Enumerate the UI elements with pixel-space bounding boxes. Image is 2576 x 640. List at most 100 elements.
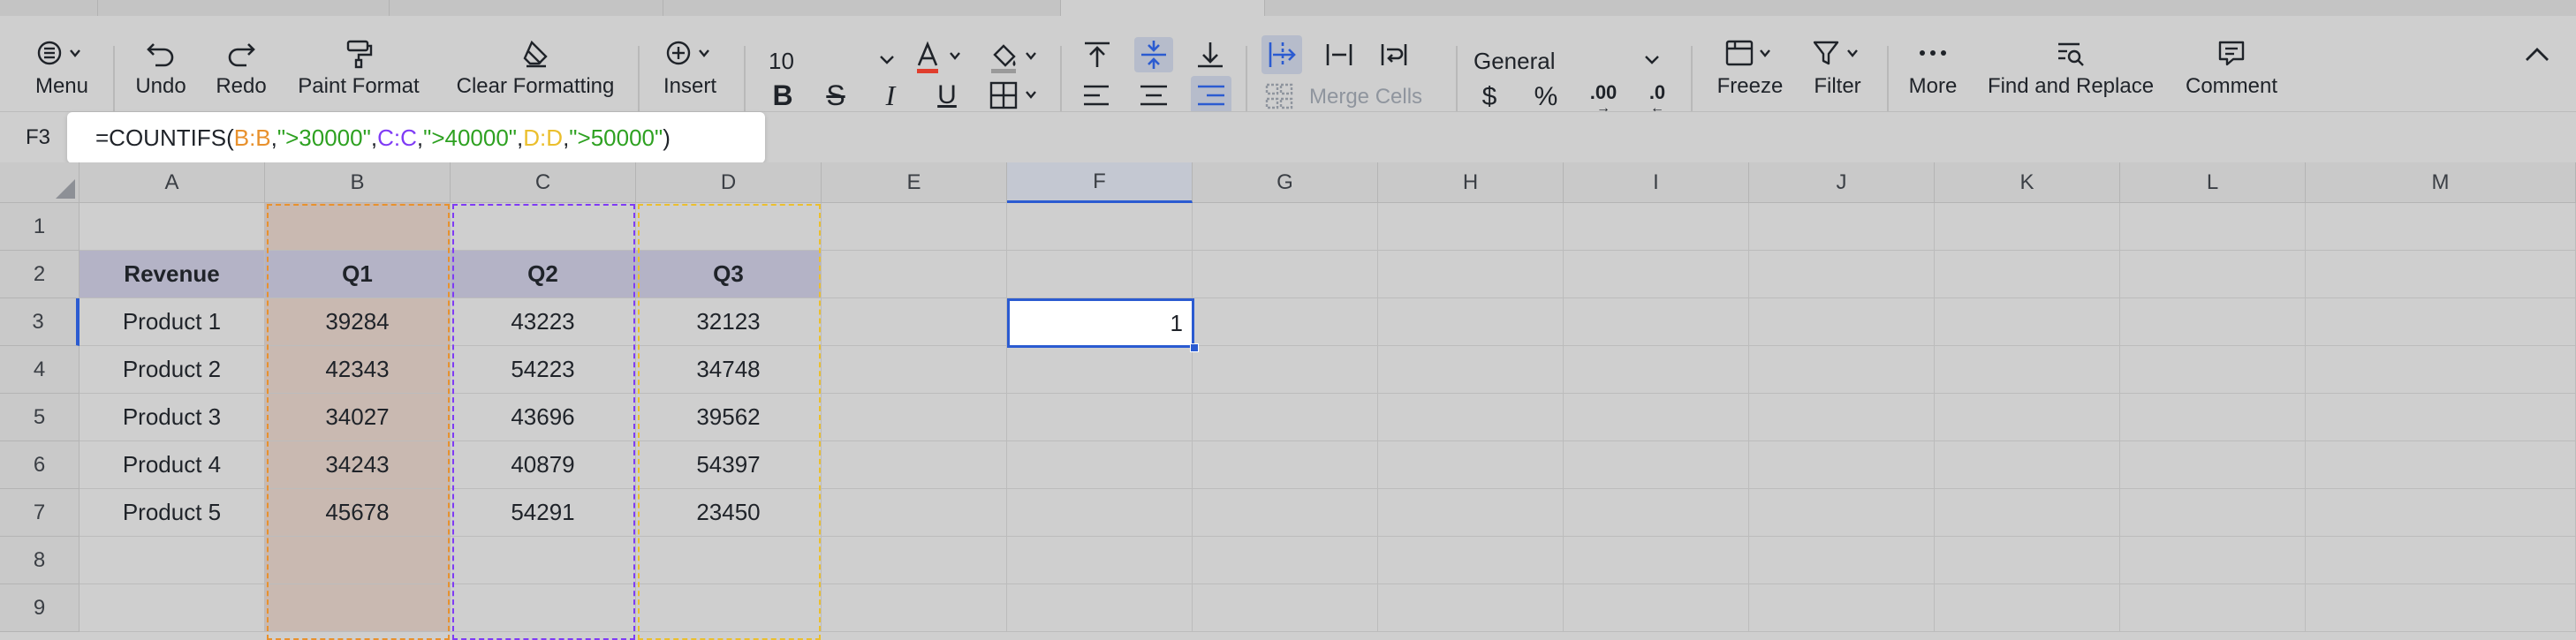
cell-b8[interactable]: [265, 537, 451, 584]
cell-a1[interactable]: [80, 203, 265, 251]
cell-h9[interactable]: [1378, 584, 1564, 632]
collapse-toolbar-button[interactable]: [2518, 37, 2557, 72]
cell-b3[interactable]: 39284: [265, 298, 451, 346]
cell-d8[interactable]: [636, 537, 822, 584]
cell-m8[interactable]: [2306, 537, 2576, 584]
cell-f2[interactable]: [1007, 251, 1193, 298]
cell-b9[interactable]: [265, 584, 451, 632]
menu-button[interactable]: Menu: [18, 34, 106, 99]
cell-c4[interactable]: 54223: [451, 346, 636, 394]
cell-h7[interactable]: [1378, 489, 1564, 537]
cell-b7[interactable]: 45678: [265, 489, 451, 537]
cell-i5[interactable]: [1564, 394, 1749, 441]
column-header-a[interactable]: A: [80, 162, 265, 203]
cell-e6[interactable]: [822, 441, 1007, 489]
cell-g3[interactable]: [1193, 298, 1378, 346]
cell-b2[interactable]: Q1: [265, 251, 451, 298]
cell-m3[interactable]: [2306, 298, 2576, 346]
align-right-button[interactable]: [1191, 76, 1231, 115]
cell-i8[interactable]: [1564, 537, 1749, 584]
cell-l4[interactable]: [2120, 346, 2306, 394]
cell-a4[interactable]: Product 2: [80, 346, 265, 394]
cell-g7[interactable]: [1193, 489, 1378, 537]
cell-g2[interactable]: [1193, 251, 1378, 298]
cell-c2[interactable]: Q2: [451, 251, 636, 298]
fill-handle[interactable]: [1190, 343, 1199, 352]
cell-l6[interactable]: [2120, 441, 2306, 489]
cell-b4[interactable]: 42343: [265, 346, 451, 394]
row-header-3[interactable]: 3: [0, 298, 80, 346]
cell-h6[interactable]: [1378, 441, 1564, 489]
cell-k3[interactable]: [1935, 298, 2120, 346]
cell-m2[interactable]: [2306, 251, 2576, 298]
align-left-button[interactable]: [1080, 78, 1115, 113]
cell-a9[interactable]: [80, 584, 265, 632]
cell-e2[interactable]: [822, 251, 1007, 298]
cell-e3[interactable]: [822, 298, 1007, 346]
cell-g1[interactable]: [1193, 203, 1378, 251]
cell-c9[interactable]: [451, 584, 636, 632]
column-header-f[interactable]: F: [1007, 162, 1193, 203]
cell-i7[interactable]: [1564, 489, 1749, 537]
cell-g5[interactable]: [1193, 394, 1378, 441]
row-header-6[interactable]: 6: [0, 441, 80, 489]
more-button[interactable]: More: [1899, 34, 1966, 99]
cell-l3[interactable]: [2120, 298, 2306, 346]
cell-m5[interactable]: [2306, 394, 2576, 441]
select-all-corner[interactable]: [0, 162, 80, 203]
cell-m6[interactable]: [2306, 441, 2576, 489]
italic-button[interactable]: I: [873, 76, 908, 115]
cell-j5[interactable]: [1749, 394, 1935, 441]
cell-f4[interactable]: [1007, 346, 1193, 394]
filter-button[interactable]: Filter: [1802, 34, 1873, 99]
cell-a5[interactable]: Product 3: [80, 394, 265, 441]
cell-i1[interactable]: [1564, 203, 1749, 251]
cell-h8[interactable]: [1378, 537, 1564, 584]
cell-reference[interactable]: F3: [0, 112, 76, 163]
cell-c6[interactable]: 40879: [451, 441, 636, 489]
font-size-select[interactable]: 10: [769, 44, 901, 78]
cell-f8[interactable]: [1007, 537, 1193, 584]
cell-d2[interactable]: Q3: [636, 251, 822, 298]
cell-c5[interactable]: 43696: [451, 394, 636, 441]
cell-b1[interactable]: [265, 203, 451, 251]
underline-button[interactable]: U: [929, 76, 965, 115]
bold-button[interactable]: B: [765, 76, 800, 115]
column-header-k[interactable]: K: [1935, 162, 2120, 203]
freeze-button[interactable]: Freeze: [1710, 34, 1790, 99]
cell-h1[interactable]: [1378, 203, 1564, 251]
row-header-4[interactable]: 4: [0, 346, 80, 394]
cell-l9[interactable]: [2120, 584, 2306, 632]
cell-b5[interactable]: 34027: [265, 394, 451, 441]
cell-c3[interactable]: 43223: [451, 298, 636, 346]
text-overflow-button[interactable]: [1261, 35, 1302, 74]
cell-i3[interactable]: [1564, 298, 1749, 346]
cell-h5[interactable]: [1378, 394, 1564, 441]
cell-l1[interactable]: [2120, 203, 2306, 251]
cell-j7[interactable]: [1749, 489, 1935, 537]
cell-k4[interactable]: [1935, 346, 2120, 394]
cell-k9[interactable]: [1935, 584, 2120, 632]
cell-c7[interactable]: 54291: [451, 489, 636, 537]
cell-f5[interactable]: [1007, 394, 1193, 441]
cell-g8[interactable]: [1193, 537, 1378, 584]
cell-l7[interactable]: [2120, 489, 2306, 537]
cell-j3[interactable]: [1749, 298, 1935, 346]
row-header-9[interactable]: 9: [0, 584, 80, 632]
cell-a2[interactable]: Revenue: [80, 251, 265, 298]
cell-g4[interactable]: [1193, 346, 1378, 394]
borders-button[interactable]: [986, 78, 1044, 113]
cell-d4[interactable]: 34748: [636, 346, 822, 394]
text-wrap-button[interactable]: [1376, 35, 1412, 74]
cell-e4[interactable]: [822, 346, 1007, 394]
align-center-button[interactable]: [1136, 78, 1171, 113]
column-header-m[interactable]: M: [2306, 162, 2576, 203]
cell-j6[interactable]: [1749, 441, 1935, 489]
cell-i9[interactable]: [1564, 584, 1749, 632]
column-header-b[interactable]: B: [265, 162, 451, 203]
cell-m4[interactable]: [2306, 346, 2576, 394]
cell-d7[interactable]: 23450: [636, 489, 822, 537]
cell-j8[interactable]: [1749, 537, 1935, 584]
cell-k8[interactable]: [1935, 537, 2120, 584]
cell-f9[interactable]: [1007, 584, 1193, 632]
